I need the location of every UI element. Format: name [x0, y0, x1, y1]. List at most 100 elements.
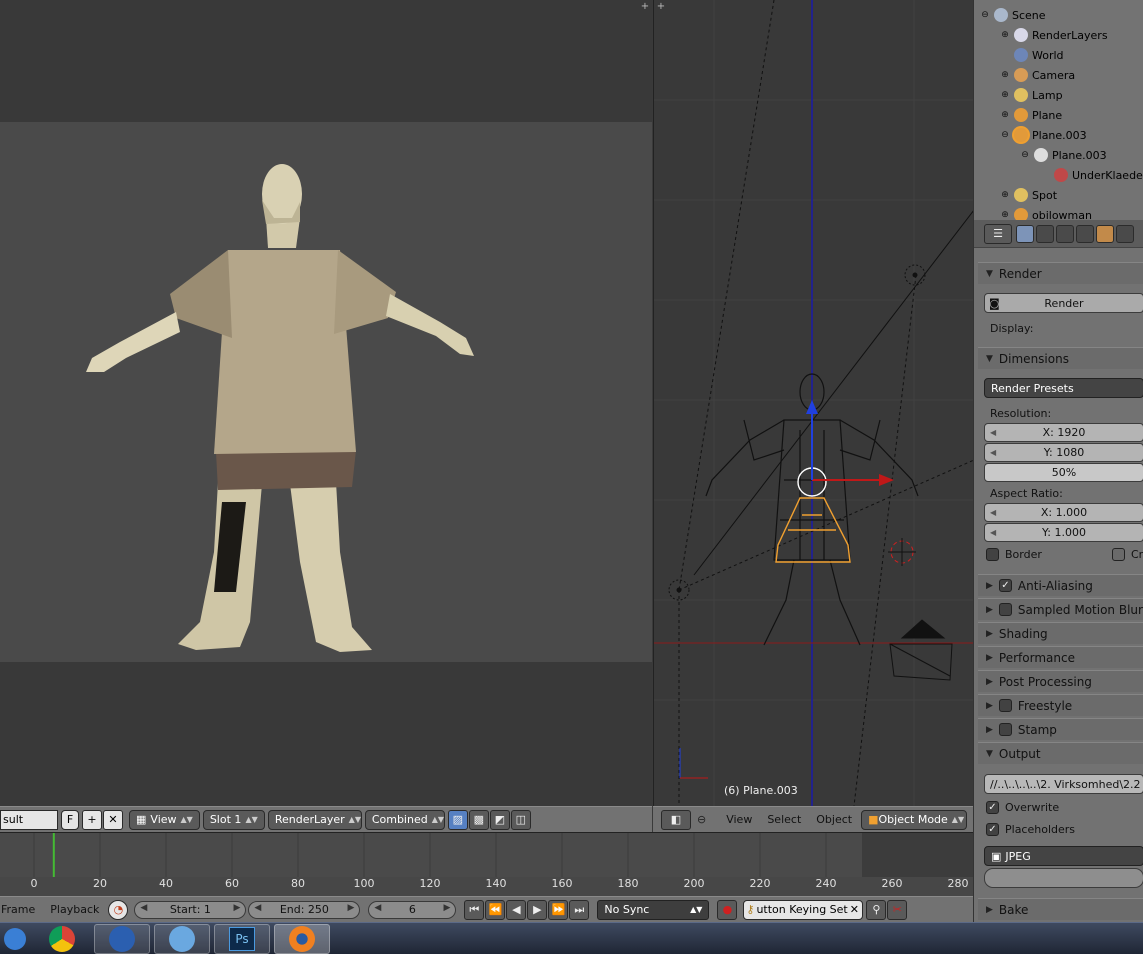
3d-viewport[interactable]: (6) Plane.003 + — [653, 0, 973, 806]
area-split-icon[interactable]: + — [656, 2, 666, 12]
jump-start-icon[interactable]: ⏮ — [464, 899, 485, 920]
render-layers-tab-icon[interactable] — [1036, 224, 1054, 243]
editor-type-icon[interactable]: ☰ — [984, 223, 1012, 244]
resolution-x-field[interactable]: ◀ X: 1920 — [984, 423, 1143, 442]
render-presets-dropdown[interactable]: Render Presets — [984, 378, 1143, 398]
color-mode-field[interactable] — [984, 868, 1143, 888]
area-split-icon[interactable]: + — [640, 2, 650, 12]
world-tab-icon[interactable] — [1076, 224, 1094, 243]
slot-dropdown[interactable]: Slot 1 ▲▼ — [202, 809, 265, 830]
outliner-item[interactable]: ⊕ obilowman — [974, 205, 1143, 220]
outliner-item[interactable]: ⊕ Lamp — [974, 85, 1143, 105]
taskbar-photoshop[interactable]: Ps — [214, 923, 270, 954]
properties-editor[interactable]: ☰ ▼ Render ◙ Render Display: ▼ Dimensions R… — [973, 220, 1143, 922]
outliner-expand-icon[interactable]: ⊕ — [1000, 210, 1010, 220]
panel-header[interactable]: ▶ Performance — [978, 646, 1143, 668]
keying-set-field[interactable]: ⚷ utton Keying Set ✕ — [743, 899, 864, 920]
panel-header[interactable]: ▶ Stamp — [978, 718, 1143, 740]
panel-enable-checkbox[interactable]: ✓ — [998, 579, 1012, 592]
mode-dropdown[interactable]: ■ Object Mode ▲▼ — [861, 809, 968, 830]
scene-tab-icon[interactable] — [1056, 224, 1074, 243]
clear-keying-set-icon[interactable]: ✕ — [850, 903, 859, 916]
collapse-menu-icon[interactable]: ⊖ — [697, 813, 706, 826]
end-frame-field[interactable]: ◀ End: 250 ▶ — [248, 900, 361, 919]
object-tab-icon[interactable] — [1096, 224, 1114, 243]
output-panel-header[interactable]: ▼ Output — [978, 742, 1143, 764]
timeline-playback-menu[interactable]: Playback — [44, 900, 105, 920]
draw-z-buffer-icon[interactable]: ◩ — [489, 809, 510, 830]
taskbar-globe[interactable] — [94, 923, 150, 954]
outliner-expand-icon[interactable]: ⊕ — [1000, 110, 1010, 120]
outliner-item[interactable]: World — [974, 45, 1143, 65]
panel-header[interactable]: ▶ Sampled Motion Blur — [978, 598, 1143, 620]
taskbar-chrome[interactable] — [34, 924, 90, 954]
draw-channels-icon[interactable]: ◫ — [510, 809, 531, 830]
viewport-view-menu[interactable]: View — [720, 810, 758, 830]
dimensions-panel-header[interactable]: ▼ Dimensions — [978, 347, 1143, 369]
view-menu[interactable]: ▦ View ▲▼ — [129, 809, 200, 830]
output-path-field[interactable]: //..\..\..\..\2. Virksomhed\2.2 Car — [984, 774, 1143, 794]
panel-header[interactable]: ▶ Freestyle — [978, 694, 1143, 716]
panel-header[interactable]: ▶ ✓ Anti-Aliasing — [978, 574, 1143, 596]
fake-user-button[interactable]: F — [61, 809, 79, 830]
outliner-item[interactable]: ⊕ Plane — [974, 105, 1143, 125]
outliner-expand-icon[interactable]: ⊕ — [1000, 90, 1010, 100]
render-button[interactable]: ◙ Render — [984, 293, 1143, 313]
resolution-y-field[interactable]: ◀ Y: 1080 — [984, 443, 1143, 462]
jump-keyframe-back-icon[interactable]: ⏪ — [485, 899, 506, 920]
draw-image-icon[interactable]: ▨ — [447, 809, 468, 830]
outliner-item[interactable]: ⊕ Spot — [974, 185, 1143, 205]
outliner-item[interactable]: UnderKlaede — [974, 165, 1143, 185]
aspect-x-field[interactable]: ◀ X: 1.000 — [984, 503, 1143, 522]
draw-alpha-icon[interactable]: ▩ — [468, 809, 489, 830]
play-icon[interactable]: ▶ — [527, 899, 548, 920]
outliner-expand-icon[interactable]: ⊖ — [1020, 150, 1030, 160]
unlink-image-icon[interactable]: ✕ — [103, 809, 123, 830]
taskbar-blender[interactable] — [274, 923, 330, 954]
jump-end-icon[interactable]: ⏭ — [569, 899, 590, 920]
overwrite-checkbox[interactable]: ✓ Overwrite — [986, 801, 1059, 814]
outliner-expand-icon[interactable]: ⊕ — [1000, 30, 1010, 40]
insert-keyframe-icon[interactable]: ⚲ — [866, 899, 887, 920]
resolution-percentage-field[interactable]: 50% — [984, 463, 1143, 482]
preview-range-icon[interactable]: ◔ — [108, 899, 129, 920]
outliner-expand-icon[interactable]: ⊕ — [1000, 70, 1010, 80]
panel-enable-checkbox[interactable] — [998, 699, 1012, 712]
viewport-object-menu[interactable]: Object — [810, 810, 858, 830]
sync-dropdown[interactable]: No Sync ▲▼ — [597, 899, 710, 920]
outliner-item[interactable]: ⊖ Plane.003 — [974, 125, 1143, 145]
outliner-item[interactable]: ⊕ RenderLayers — [974, 25, 1143, 45]
play-reverse-icon[interactable]: ◀ — [506, 899, 527, 920]
constraints-tab-icon[interactable] — [1116, 224, 1134, 243]
panel-header[interactable]: ▶ Post Processing — [978, 670, 1143, 692]
render-panel-header[interactable]: ▼ Render — [978, 262, 1143, 284]
outliner-item[interactable]: ⊕ Camera — [974, 65, 1143, 85]
render-pass-dropdown[interactable]: Combined ▲▼ — [364, 809, 445, 830]
record-icon[interactable]: ● — [717, 899, 738, 920]
panel-enable-checkbox[interactable] — [998, 603, 1012, 616]
render-tab-icon[interactable] — [1016, 224, 1034, 243]
border-checkbox[interactable]: Border — [986, 548, 1042, 561]
outliner-item[interactable]: ⊖ Plane.003 — [974, 145, 1143, 165]
editor-type-cube-icon[interactable]: ◧ — [661, 809, 691, 830]
placeholders-checkbox[interactable]: ✓ Placeholders — [986, 823, 1075, 836]
image-name-field[interactable]: sult — [0, 809, 58, 830]
aspect-y-field[interactable]: ◀ Y: 1.000 — [984, 523, 1143, 542]
panel-enable-checkbox[interactable] — [998, 723, 1012, 736]
image-editor-area[interactable]: + — [0, 0, 652, 806]
taskbar-notes[interactable] — [154, 923, 210, 954]
start-button[interactable] — [0, 924, 30, 954]
timeline-frame-menu[interactable]: Frame — [0, 900, 41, 920]
crop-checkbox[interactable]: Cr — [1112, 548, 1143, 561]
outliner-expand-icon[interactable]: ⊖ — [1000, 130, 1010, 140]
start-frame-field[interactable]: ◀ Start: 1 ▶ — [134, 900, 247, 919]
jump-keyframe-forward-icon[interactable]: ⏩ — [548, 899, 569, 920]
panel-header[interactable]: ▶ Shading — [978, 622, 1143, 644]
delete-keyframe-icon[interactable]: ✂ — [887, 899, 908, 920]
current-frame-field[interactable]: ◀ 6 ▶ — [368, 900, 457, 919]
render-layer-dropdown[interactable]: RenderLayer ▲▼ — [267, 809, 362, 830]
outliner-expand-icon[interactable]: ⊖ — [980, 10, 990, 20]
outliner-expand-icon[interactable]: ⊕ — [1000, 190, 1010, 200]
viewport-select-menu[interactable]: Select — [761, 810, 807, 830]
outliner[interactable]: ⊖ Scene ⊕ RenderLayers World ⊕ Camera ⊕ Lamp ⊕ Pla… — [973, 0, 1143, 220]
